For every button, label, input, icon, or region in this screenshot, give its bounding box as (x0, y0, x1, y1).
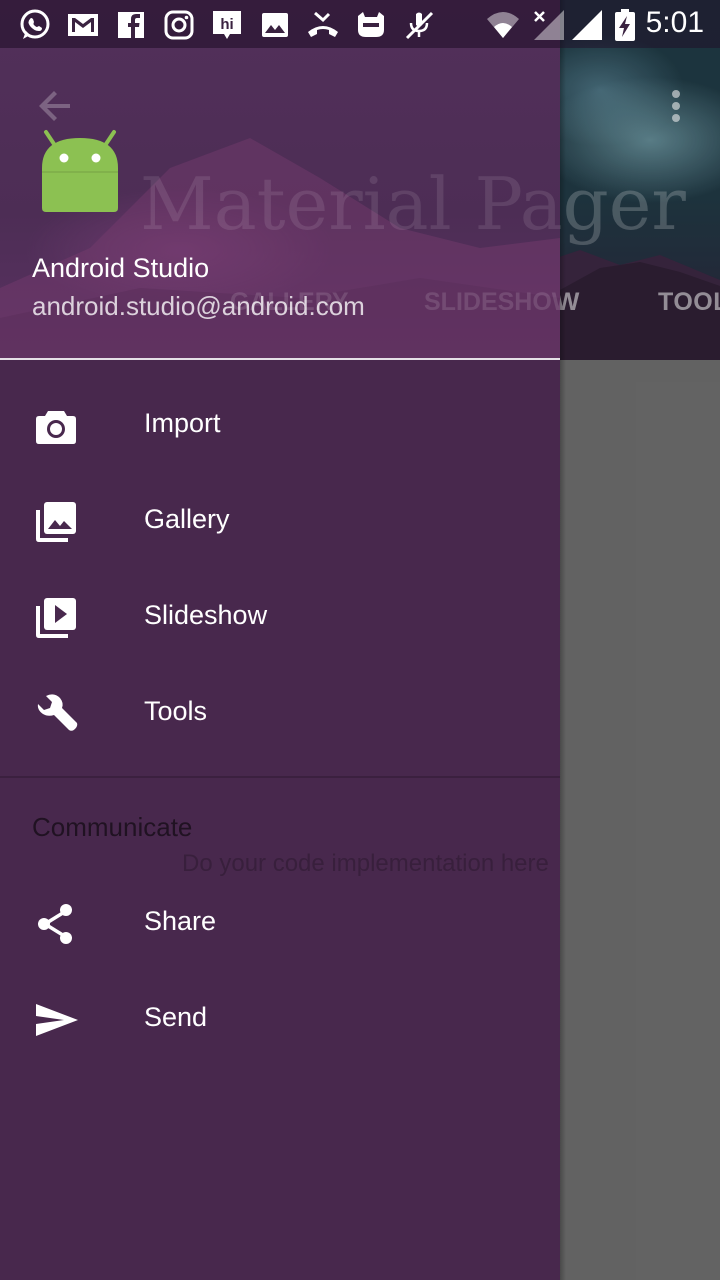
no-signal-icon (534, 10, 564, 40)
share-icon (38, 904, 72, 944)
missed-call-icon (308, 11, 338, 37)
drawer-header: Material Pager GALLERY SLIDESHOW Android… (0, 0, 560, 360)
battery-charging-icon (615, 9, 635, 41)
nav-item-label: Share (144, 906, 217, 936)
menu-divider (0, 776, 560, 778)
gallery-icon (36, 502, 76, 542)
ghost-app-title: Material Pager (140, 162, 560, 246)
gmail-icon (68, 14, 98, 36)
section-header-communicate: Communicate (32, 812, 193, 842)
camera-icon (36, 411, 76, 444)
nav-item-import[interactable]: Import (0, 378, 560, 474)
wrench-icon (37, 694, 78, 731)
account-name: Android Studio (32, 253, 210, 283)
nav-item-gallery[interactable]: Gallery (0, 474, 560, 570)
status-bar: hi 5:01 (0, 0, 720, 48)
nav-item-slideshow[interactable]: Slideshow (0, 570, 560, 666)
back-arrow-ghost-icon (36, 86, 76, 126)
account-email: android.studio@android.com (32, 291, 365, 321)
nav-item-label: Import (144, 408, 221, 438)
nav-item-tools[interactable]: Tools (0, 666, 560, 762)
navigation-drawer: Material Pager GALLERY SLIDESHOW Android… (0, 0, 560, 1280)
image-icon (262, 13, 288, 37)
wifi-icon (487, 12, 519, 38)
cyanogen-icon (358, 12, 384, 37)
nav-item-label: Tools (144, 696, 208, 726)
slideshow-icon (36, 598, 76, 638)
send-icon (36, 1004, 78, 1036)
ghost-content-text: Do your code implementation here (182, 850, 549, 877)
signal-icon (572, 10, 602, 40)
nav-item-label: Gallery (144, 504, 230, 534)
nav-item-label: Slideshow (144, 600, 268, 630)
nav-item-send[interactable]: Send (0, 972, 560, 1068)
svg-text:hi: hi (220, 16, 233, 33)
nav-item-share[interactable]: Share (0, 876, 560, 972)
whatsapp-icon (20, 9, 50, 39)
nav-item-label: Send (144, 1002, 208, 1032)
android-logo (42, 130, 118, 212)
drawer-edge-shadow (560, 0, 566, 1280)
hike-icon: hi (213, 11, 241, 39)
facebook-icon (118, 12, 144, 38)
status-time: 5:01 (645, 6, 704, 39)
mute-mic-icon (405, 11, 434, 40)
drawer-scrim[interactable] (560, 48, 720, 1280)
instagram-icon (164, 10, 194, 40)
ghost-tab-slideshow: SLIDESHOW (424, 288, 560, 316)
